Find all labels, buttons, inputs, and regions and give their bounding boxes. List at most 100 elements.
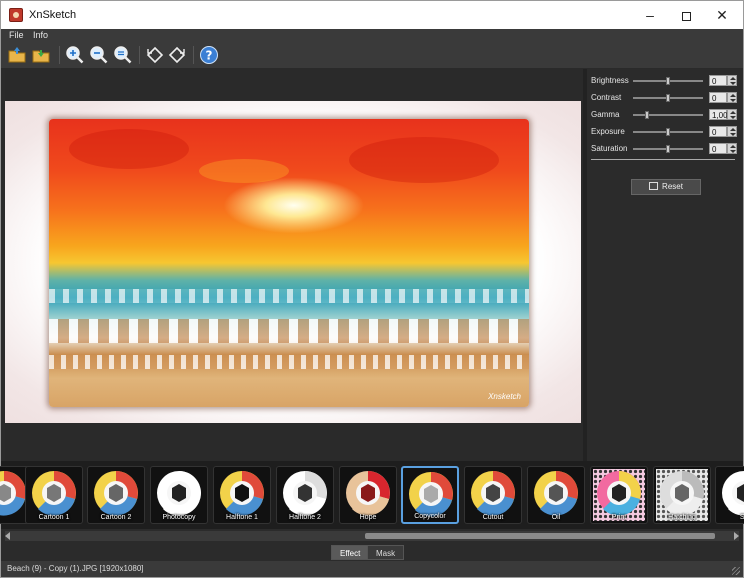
effect-thumb[interactable]: Halftone 1 (213, 466, 271, 524)
zoom-out-icon (90, 46, 108, 64)
gamma-row: Gamma 1,00 (591, 108, 741, 122)
toolbar-separator (59, 46, 60, 64)
effect-thumb[interactable]: Cartoon 1 (25, 466, 83, 524)
save-button[interactable] (31, 45, 51, 65)
scroll-right-icon[interactable] (734, 532, 739, 540)
toolbar-separator (139, 46, 140, 64)
status-bar: Beach (9) - Copy (1).JPG [1920x1080] (1, 561, 743, 577)
brightness-row: Brightness 0 (591, 74, 741, 88)
effect-label: Cartoon 2 (100, 514, 132, 521)
saturation-row: Saturation 0 (591, 142, 741, 156)
saturation-value[interactable]: 0 (709, 143, 727, 154)
effect-thumb[interactable]: Photocopy (150, 466, 208, 524)
rotate-right-button[interactable] (167, 45, 187, 65)
sketch-preview[interactable]: Xnsketch (5, 101, 581, 423)
tab-effect[interactable]: Effect (331, 545, 370, 560)
rotate-left-button[interactable] (145, 45, 165, 65)
rotate-right-icon (168, 46, 186, 64)
tab-mask[interactable]: Mask (367, 545, 405, 560)
brightness-value[interactable]: 0 (709, 75, 727, 86)
toolbar: ? (1, 42, 743, 69)
effect-label: Cartoon 1 (38, 514, 70, 521)
gamma-slider[interactable] (633, 114, 703, 116)
brightness-spinner[interactable] (727, 75, 737, 86)
window-title: XnSketch (29, 9, 77, 21)
help-icon: ? (200, 46, 218, 64)
effect-thumb[interactable]: Hatching (653, 466, 711, 524)
effect-label: Cutout (482, 514, 504, 521)
svg-text:?: ? (206, 49, 213, 63)
bottom-tabs: Effect Mask (1, 543, 743, 561)
effect-label: Photocopy (162, 514, 196, 521)
adjustments-panel: Brightness 0 Contrast 0 Gamma 1,00 Expos… (587, 69, 743, 461)
image-signature: Xnsketch (488, 392, 521, 401)
gamma-slider-thumb[interactable] (645, 111, 649, 119)
exposure-label: Exposure (591, 127, 625, 136)
contrast-label: Contrast (591, 93, 622, 102)
zoom-in-button[interactable] (65, 45, 85, 65)
reset-label: Reset (662, 182, 683, 191)
saturation-spinner[interactable] (727, 143, 737, 154)
effect-label: Hope (359, 514, 377, 521)
minimize-button[interactable]: – (631, 1, 669, 29)
scrollbar-thumb[interactable] (365, 533, 715, 539)
toolbar-separator (193, 46, 194, 64)
menu-bar: File Info (1, 29, 743, 42)
contrast-slider-thumb[interactable] (666, 94, 670, 102)
contrast-spinner[interactable] (727, 92, 737, 103)
preview-image: Xnsketch (49, 119, 529, 407)
exposure-slider-thumb[interactable] (666, 128, 670, 136)
effect-label: Halftone 2 (289, 514, 321, 521)
folder-save-icon (32, 50, 50, 63)
exposure-row: Exposure 0 (591, 125, 741, 139)
effect-thumb[interactable]: Oil (527, 466, 585, 524)
title-bar: XnSketch – ✕ (1, 1, 743, 29)
effect-thumb[interactable]: Print (590, 466, 648, 524)
zoom-fit-icon (114, 46, 132, 64)
gamma-label: Gamma (591, 110, 620, 119)
contrast-row: Contrast 0 (591, 91, 741, 105)
reset-icon (649, 182, 659, 190)
zoom-fit-button[interactable] (113, 45, 133, 65)
zoom-out-button[interactable] (89, 45, 109, 65)
effect-thumb[interactable]: Hope (339, 466, 397, 524)
resize-grip-icon[interactable] (732, 567, 740, 575)
brightness-slider-thumb[interactable] (666, 77, 670, 85)
menu-file[interactable]: File (9, 30, 24, 40)
zoom-in-icon (66, 46, 84, 64)
effects-strip: Cartoon 1 Cartoon 2 Photocopy Halftone 1 Hal… (0, 461, 744, 529)
help-button[interactable]: ? (199, 45, 219, 65)
status-text: Beach (9) - Copy (1).JPG [1920x1080] (7, 564, 144, 573)
brightness-label: Brightness (591, 76, 629, 85)
folder-open-icon (8, 47, 26, 63)
exposure-spinner[interactable] (727, 126, 737, 137)
app-logo-icon (9, 8, 23, 22)
effect-label: Copycolor (414, 513, 446, 520)
rotate-left-icon (146, 46, 164, 64)
effect-label: Halftone 1 (226, 514, 258, 521)
effects-scrollbar[interactable] (5, 531, 739, 541)
scroll-left-icon[interactable] (5, 532, 10, 540)
effect-label: Sk (716, 514, 744, 521)
effect-thumb[interactable]: Cartoon 2 (87, 466, 145, 524)
effect-thumb[interactable]: Cutout (464, 466, 522, 524)
maximize-icon (681, 11, 691, 21)
exposure-value[interactable]: 0 (709, 126, 727, 137)
effect-thumb[interactable]: Halftone 2 (276, 466, 334, 524)
close-button[interactable]: ✕ (703, 1, 741, 29)
open-button[interactable] (7, 45, 27, 65)
gamma-spinner[interactable] (727, 109, 737, 120)
preview-area: Xnsketch (5, 69, 583, 461)
saturation-slider-thumb[interactable] (666, 145, 670, 153)
effect-thumb[interactable]: Copycolor (401, 466, 459, 524)
gamma-value[interactable]: 1,00 (709, 109, 728, 120)
saturation-label: Saturation (591, 144, 628, 153)
effect-thumb[interactable]: Sk (715, 466, 744, 524)
panel-divider (591, 159, 735, 160)
effect-label: Print (611, 514, 627, 521)
reset-button[interactable]: Reset (631, 179, 701, 195)
maximize-button[interactable] (667, 1, 705, 29)
effect-label: Hatching (668, 514, 696, 521)
contrast-value[interactable]: 0 (709, 92, 727, 103)
menu-info[interactable]: Info (33, 30, 48, 40)
